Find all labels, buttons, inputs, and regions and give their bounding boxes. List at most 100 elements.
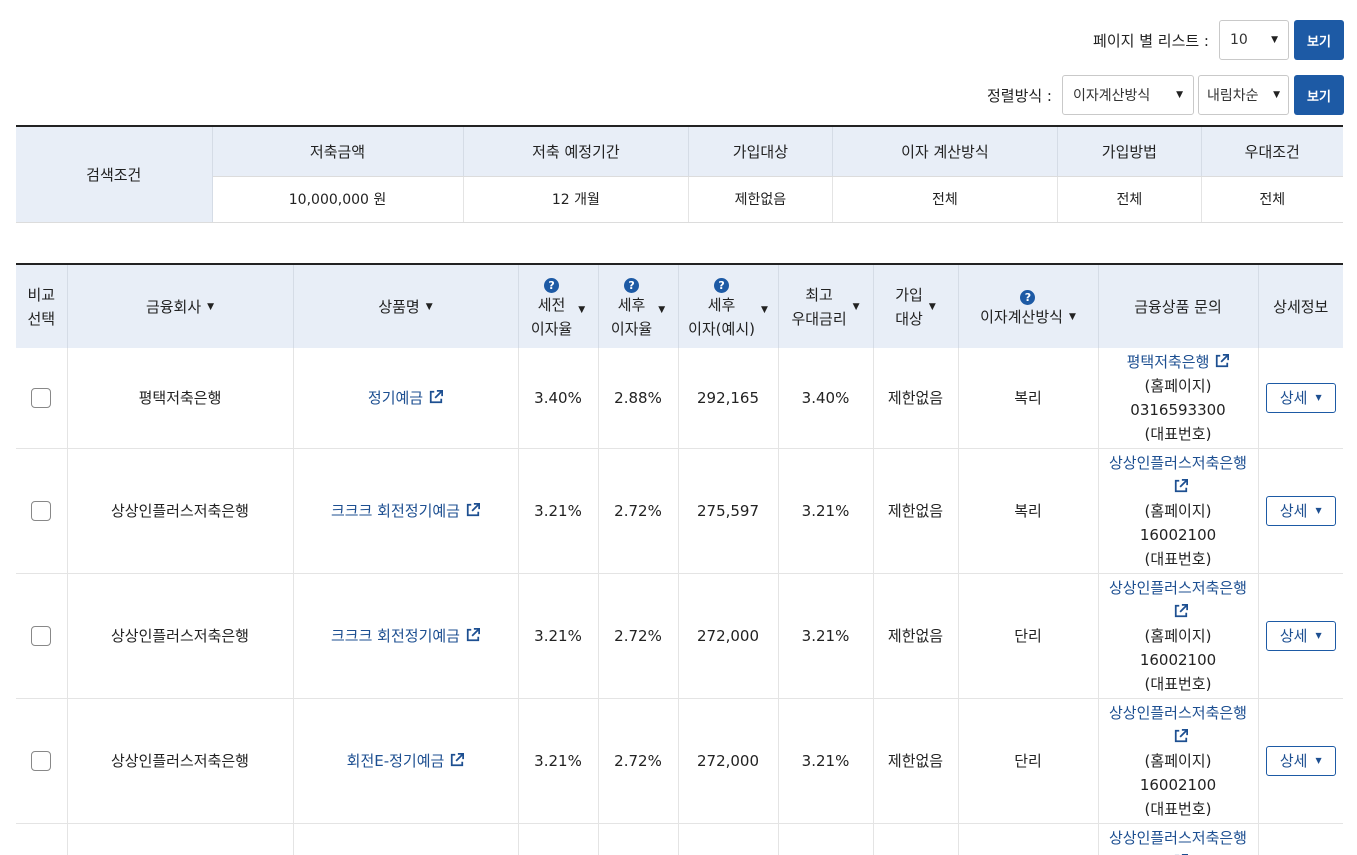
product-link[interactable]: 정기예금 [367,388,444,407]
pretax-rate-cell: 3.40% [518,348,599,449]
sort-calc-select[interactable]: 이자계산방식 ▼ [1062,75,1194,115]
bank-link-text: 상상인플러스저축은행 [1108,703,1247,722]
detail-button[interactable]: 상세 ▼ [1265,382,1336,413]
col-aftertax-line1: 세후 [617,296,646,314]
bank-homepage-link[interactable]: 상상인플러스저축은행 [1109,704,1247,746]
aftertax-rate-cell: 2.88% [598,348,679,449]
search-condition-table: 검색조건 저축금액 저축 예정기간 가입대상 이자 계산방식 가입방법 우대조건… [16,125,1343,223]
aftertax-rate-cell: 2.72% [598,573,679,699]
question-circle-icon[interactable]: ? [624,278,640,293]
bank-homepage-link[interactable]: 상상인플러스저축은행 [1109,829,1247,855]
col-max-rate-sort[interactable]: 최고 우대금리 ▼ [778,264,874,348]
phone-number: 16002100 [1139,650,1217,669]
search-condition-label: 검색조건 [16,126,213,223]
caret-down-icon: ▼ [1315,630,1322,640]
col-calc-sort[interactable]: ? 이자계산방식 ▼ [958,264,1099,348]
col-interest-line1: 세후 [707,296,736,314]
product-link[interactable]: 크크크 회전정기예금 [331,502,480,520]
max-rate-cell [778,823,874,855]
col-interest-sort[interactable]: ? 세후 이자(예시) ▼ [678,264,779,348]
col-product-sort[interactable]: 상품명 ▼ [293,264,519,348]
calc-cell: 복리 [958,448,1099,574]
per-page-controls: 페이지 별 리스트 : 10 ▼ 보기 [1093,20,1344,60]
bank-link-text: 상상인플러스저축은행 [1108,578,1247,597]
compare-cell [16,448,68,574]
product-link[interactable]: 회전E-정기예금 [347,752,465,770]
caret-down-icon: ▼ [1315,755,1322,765]
condition-header: 가입방법 [1057,126,1202,177]
col-compare-line2: 선택 [27,309,56,328]
sort-view-button[interactable]: 보기 [1294,75,1344,115]
calc-cell: 단리 [958,573,1099,699]
bank-homepage-link[interactable]: 상상인플러스저축은행 [1109,454,1247,496]
product-name: 정기예금 [367,388,424,407]
phone-number: 16002100 [1139,775,1217,794]
compare-cell [16,348,68,449]
pretax-rate-cell: 3.21% [518,698,599,824]
detail-button[interactable]: 상세 ▼ [1265,495,1336,526]
condition-header: 가입대상 [688,126,833,177]
col-company-sort[interactable]: 금융회사 ▼ [67,264,294,348]
max-rate-cell: 3.21% [778,573,874,699]
interest-cell: 275,597 [678,448,779,574]
product-link[interactable]: 크크크 회전정기예금 [331,627,480,645]
sort-order-value: 내림차순 [1207,88,1259,104]
caret-down-icon: ▼ [852,301,860,312]
inquiry-cell: 상상인플러스저축은행 (홈페이지) 16002100 (대표번호) [1098,698,1259,824]
col-max-line2: 우대금리 [791,309,847,328]
max-rate-cell: 3.21% [778,698,874,824]
aftertax-rate-cell: 2.72% [598,448,679,574]
col-inquiry: 금융상품 문의 [1098,264,1259,348]
caret-down-icon: ▼ [760,304,768,315]
caret-down-icon: ▼ [1315,392,1322,402]
caret-down-icon: ▼ [928,301,936,312]
caret-down-icon: ▼ [1273,90,1280,100]
question-circle-icon[interactable]: ? [544,278,560,293]
calc-cell [958,823,1099,855]
bank-homepage-link[interactable]: 평택저축은행 [1127,353,1230,371]
col-detail: 상세정보 [1258,264,1343,348]
compare-checkbox[interactable] [31,626,52,646]
col-aftertax-sort[interactable]: ? 세후 이자율 ▼ [598,264,679,348]
col-compare-line1: 비교 [27,285,56,304]
col-target-line1: 가입 [895,285,923,304]
col-aftertax-line2: 이자율 [610,320,653,338]
pretax-rate-cell: 3.21% [518,448,599,574]
col-pretax-sort[interactable]: ? 세전 이자율 ▼ [518,264,599,348]
table-row: 상상인플러스저축은행 크크크 회전정기예금 3.21% 2.72% 275,597 3.2… [16,448,1343,574]
question-circle-icon[interactable]: ? [1020,290,1036,305]
calc-cell: 복리 [958,348,1099,449]
max-rate-cell: 3.40% [778,348,874,449]
question-circle-icon[interactable]: ? [714,278,730,293]
detail-button[interactable]: 상세 ▼ [1265,620,1336,651]
col-max-line1: 최고 [805,285,833,304]
inquiry-block: 상상인플러스저축은행 (홈페이지) 16002100 (대표번호) [1099,701,1258,821]
compare-checkbox[interactable] [31,501,52,521]
external-link-icon [429,389,444,403]
inquiry-cell: 상상인플러스저축은행 (홈페이지) 16002100 (대표번호) [1098,573,1259,699]
sort-order-select[interactable]: 내림차순 ▼ [1198,75,1289,115]
inquiry-block: 평택저축은행 (홈페이지) 0316593300 (대표번호) [1099,350,1258,446]
inquiry-cell: 평택저축은행 (홈페이지) 0316593300 (대표번호) [1098,348,1259,449]
condition-value: 전체 [832,176,1059,223]
compare-checkbox[interactable] [31,388,52,409]
col-target-sort[interactable]: 가입 대상 ▼ [873,264,959,348]
per-page-select[interactable]: 10 ▼ [1219,20,1289,60]
caret-down-icon: ▼ [1315,505,1322,515]
company-cell: 상상인플러스저축은행 [67,448,294,574]
phone-number: 0316593300 [1130,400,1226,419]
col-compare: 비교선택 [16,264,68,348]
col-calc-label: 이자계산방식 [980,308,1063,326]
col-product-label: 상품명 [378,297,420,316]
caret-down-icon: ▼ [207,301,215,312]
detail-button[interactable]: 상세 ▼ [1265,745,1336,776]
inquiry-block: 상상인플러스저축은행 (홈페이지) 16002100 (대표번호) [1099,451,1258,571]
target-cell: 제한없음 [873,698,959,824]
phone-label: (대표번호) [1144,549,1212,568]
compare-checkbox[interactable] [31,751,52,771]
bank-homepage-link[interactable]: 상상인플러스저축은행 [1109,579,1247,621]
detail-cell: 상세 ▼ [1258,573,1343,699]
per-page-view-button[interactable]: 보기 [1294,20,1344,60]
interest-cell: 292,165 [678,348,779,449]
caret-down-icon: ▼ [658,304,666,315]
